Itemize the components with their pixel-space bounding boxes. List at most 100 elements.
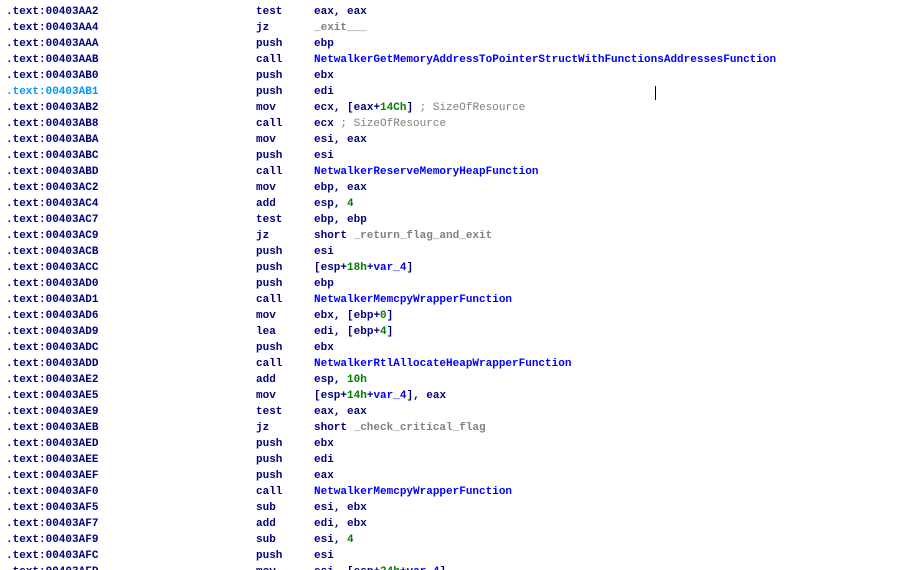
disassembly-line[interactable]: .text:00403AEEpushedi [6,452,902,468]
disassembly-line[interactable]: .text:00403ABAmovesi, eax [6,132,902,148]
label-ref[interactable]: _check_critical_flag [354,422,486,434]
disassembly-line[interactable]: .text:00403AF7addedi, ebx [6,516,902,532]
disassembly-line[interactable]: .text:00403AAApushebp [6,36,902,52]
disassembly-line[interactable]: .text:00403AA2testeax, eax [6,4,902,20]
operands: ebx [314,340,902,356]
mnemonic: push [256,468,314,484]
address: .text:00403AF5 [6,500,256,516]
address: .text:00403AB8 [6,116,256,132]
disassembly-line[interactable]: .text:00403AC4addesp, 4 [6,196,902,212]
punct: , [ [334,326,354,338]
register: ebx [314,70,334,82]
disassembly-line[interactable]: .text:00403AD1callNetwalkerMemcpyWrapper… [6,292,902,308]
disassembly-line[interactable]: .text:00403AD9leaedi, [ebp+4] [6,324,902,340]
disassembly-line[interactable]: .text:00403AF5subesi, ebx [6,500,902,516]
mnemonic: test [256,4,314,20]
register: edi [314,518,334,530]
disassembly-line[interactable]: .text:00403AE9testeax, eax [6,404,902,420]
symbol-ref[interactable]: var_4 [373,262,406,274]
disassembly-line[interactable]: .text:00403ACCpush[esp+18h+var_4] [6,260,902,276]
operands: eax, eax [314,404,902,420]
punct: , [ [334,102,354,114]
punct: ] [387,326,394,338]
mnemonic: push [256,436,314,452]
address: .text:00403AE5 [6,388,256,404]
symbol-ref[interactable]: var_4 [373,390,406,402]
disassembly-line[interactable]: .text:00403AB8callecx ; SizeOfResource [6,116,902,132]
disassembly-listing[interactable]: .text:00403AA2testeax, eax.text:00403AA4… [0,0,902,570]
operands: esi [314,548,902,564]
disassembly-line[interactable]: .text:00403AE2addesp, 10h [6,372,902,388]
disassembly-line[interactable]: .text:00403AD6movebx, [ebp+0] [6,308,902,324]
address: .text:00403AAA [6,36,256,52]
punct: ] [387,310,394,322]
symbol-ref[interactable]: NetwalkerRtlAllocateHeapWrapperFunction [314,358,571,370]
disassembly-line[interactable]: .text:00403AEFpusheax [6,468,902,484]
punct: , [ [334,566,354,570]
mnemonic: push [256,68,314,84]
register: ebx [347,502,367,514]
register: eax [314,6,334,18]
disassembly-line[interactable]: .text:00403ACBpushesi [6,244,902,260]
address: .text:00403ADD [6,356,256,372]
symbol-ref[interactable]: NetwalkerGetMemoryAddressToPointerStruct… [314,54,776,66]
symbol-ref[interactable]: NetwalkerMemcpyWrapperFunction [314,486,512,498]
address: .text:00403AE9 [6,404,256,420]
disassembly-line[interactable]: .text:00403ADCpushebx [6,340,902,356]
number-literal: 4 [347,534,354,546]
operands: esi [314,148,902,164]
operands: NetwalkerReserveMemoryHeapFunction [314,164,902,180]
register: ebp [314,214,334,226]
register: esi [314,550,334,562]
disassembly-line[interactable]: .text:00403AB0pushebx [6,68,902,84]
register: esi [314,150,334,162]
mnemonic: jz [256,420,314,436]
disassembly-line[interactable]: .text:00403AC7testebp, ebp [6,212,902,228]
disassembly-line[interactable]: .text:00403AEDpushebx [6,436,902,452]
disassembly-line[interactable]: .text:00403ABCpushesi [6,148,902,164]
disassembly-line[interactable]: .text:00403AA4jz_exit___ [6,20,902,36]
disassembly-line[interactable]: .text:00403AF9subesi, 4 [6,532,902,548]
mnemonic: lea [256,324,314,340]
register: edi [314,454,334,466]
number-literal: 0 [380,310,387,322]
disassembly-line[interactable]: .text:00403ABDcallNetwalkerReserveMemory… [6,164,902,180]
register: esi [314,502,334,514]
label-ref[interactable]: _exit___ [314,22,367,34]
disassembly-line[interactable]: .text:00403AF0callNetwalkerMemcpyWrapper… [6,484,902,500]
disassembly-line[interactable]: .text:00403AEBjzshort _check_critical_fl… [6,420,902,436]
mnemonic: mov [256,564,314,570]
address: .text:00403AD9 [6,324,256,340]
number-literal: 4 [380,326,387,338]
address: .text:00403AD0 [6,276,256,292]
mnemonic: call [256,484,314,500]
disassembly-line[interactable]: .text:00403AD0pushebp [6,276,902,292]
mnemonic: push [256,276,314,292]
disassembly-line[interactable]: .text:00403AE5mov[esp+14h+var_4], eax [6,388,902,404]
operands: ebp, ebp [314,212,902,228]
disassembly-line[interactable]: .text:00403AC2movebp, eax [6,180,902,196]
register: esp [314,198,334,210]
address: .text:00403AA4 [6,20,256,36]
symbol-ref[interactable]: NetwalkerMemcpyWrapperFunction [314,294,512,306]
punct: [ [314,262,321,274]
comment: ; SizeOfResource [420,102,526,114]
address: .text:00403AC2 [6,180,256,196]
symbol-ref[interactable]: var_4 [406,566,439,570]
register: edi [314,326,334,338]
mnemonic: push [256,260,314,276]
disassembly-line[interactable]: .text:00403AC9jzshort _return_flag_and_e… [6,228,902,244]
disassembly-line[interactable]: .text:00403AB2movecx, [eax+14Ch] ; SizeO… [6,100,902,116]
mnemonic: call [256,164,314,180]
disassembly-line[interactable]: .text:00403AB1pushedi [6,84,902,100]
label-ref[interactable]: _return_flag_and_exit [354,230,493,242]
disassembly-line[interactable]: .text:00403AFDmovesi, [esp+24h+var_4] [6,564,902,570]
register: eax [347,6,367,18]
disassembly-line[interactable]: .text:00403ADDcallNetwalkerRtlAllocateHe… [6,356,902,372]
number-literal: 14h [347,390,367,402]
number-literal: 18h [347,262,367,274]
symbol-ref[interactable]: NetwalkerReserveMemoryHeapFunction [314,166,538,178]
disassembly-line[interactable]: .text:00403AABcallNetwalkerGetMemoryAddr… [6,52,902,68]
disassembly-line[interactable]: .text:00403AFCpushesi [6,548,902,564]
register: esp [354,566,374,570]
